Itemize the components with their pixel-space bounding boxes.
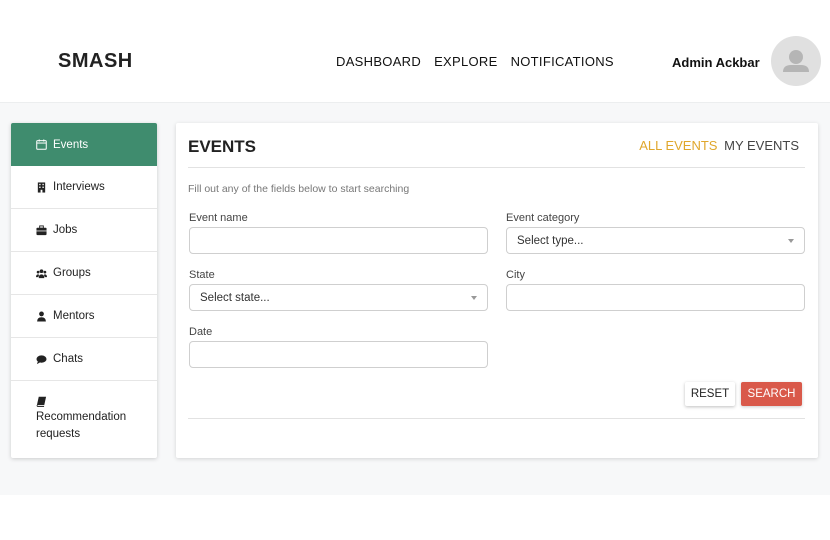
sidebar-item-label: Interviews: [53, 181, 105, 193]
event-name-input[interactable]: [189, 227, 488, 254]
user-avatar-icon: [783, 50, 809, 72]
user-icon: [37, 311, 46, 322]
building-icon: [37, 181, 46, 193]
user-name[interactable]: Admin Ackbar: [672, 55, 760, 70]
divider: [188, 418, 805, 419]
sidebar-item-label: Events: [53, 138, 89, 151]
tab-all-events[interactable]: ALL EVENTS: [639, 138, 717, 153]
sidebar-item-interviews[interactable]: Interviews: [11, 166, 157, 209]
nav-explore[interactable]: EXPLORE: [434, 54, 498, 69]
sidebar-item-label: Recommendation requests: [36, 411, 127, 440]
calendar-icon: [36, 139, 47, 150]
sidebar: Events Interviews Jobs Groups Mentors Ch…: [11, 123, 157, 458]
search-hint: Fill out any of the fields below to star…: [188, 183, 410, 195]
event-category-label: Event category: [506, 212, 580, 224]
brand-logo[interactable]: SMASH: [58, 50, 133, 73]
sidebar-item-label: Mentors: [53, 310, 95, 322]
reset-button[interactable]: RESET: [685, 382, 735, 406]
divider: [188, 167, 805, 168]
sidebar-item-groups[interactable]: Groups: [11, 252, 157, 295]
main-nav: DASHBOARD EXPLORE NOTIFICATIONS: [336, 54, 614, 69]
sidebar-item-label: Chats: [53, 353, 84, 365]
briefcase-icon: [36, 224, 47, 235]
page-title: EVENTS: [188, 137, 257, 156]
state-select[interactable]: Select state...: [189, 284, 488, 311]
sidebar-item-label: Jobs: [53, 224, 78, 236]
event-filter-tabs: ALL EVENTS MY EVENTS: [639, 138, 799, 153]
nav-notifications[interactable]: NOTIFICATIONS: [511, 54, 614, 69]
sidebar-item-mentors[interactable]: Mentors: [11, 295, 157, 338]
users-icon: [36, 268, 47, 278]
sidebar-item-jobs[interactable]: Jobs: [11, 209, 157, 252]
sidebar-item-events[interactable]: Events: [11, 123, 157, 166]
state-label: State: [189, 269, 215, 281]
events-panel: EVENTS ALL EVENTS MY EVENTS Fill out any…: [176, 123, 818, 458]
sidebar-item-label: Groups: [53, 267, 91, 279]
book-icon: [36, 396, 47, 407]
sidebar-item-chats[interactable]: Chats: [11, 338, 157, 381]
top-header: SMASH DASHBOARD EXPLORE NOTIFICATIONS Ad…: [0, 22, 830, 102]
city-label: City: [506, 269, 525, 281]
nav-dashboard[interactable]: DASHBOARD: [336, 54, 421, 69]
comment-icon: [36, 354, 47, 364]
content-area: Events Interviews Jobs Groups Mentors Ch…: [0, 102, 830, 495]
tab-my-events[interactable]: MY EVENTS: [724, 138, 799, 153]
event-category-select[interactable]: Select type...: [506, 227, 805, 254]
sidebar-item-recommendation-requests[interactable]: Recommendation requests: [11, 381, 157, 458]
event-name-label: Event name: [189, 212, 248, 224]
date-input[interactable]: [189, 341, 488, 368]
state-value: Select state...: [200, 291, 270, 304]
search-button[interactable]: SEARCH: [741, 382, 802, 406]
city-input[interactable]: [506, 284, 805, 311]
avatar[interactable]: [771, 36, 821, 86]
date-label: Date: [189, 326, 213, 338]
event-category-value: Select type...: [517, 234, 584, 247]
